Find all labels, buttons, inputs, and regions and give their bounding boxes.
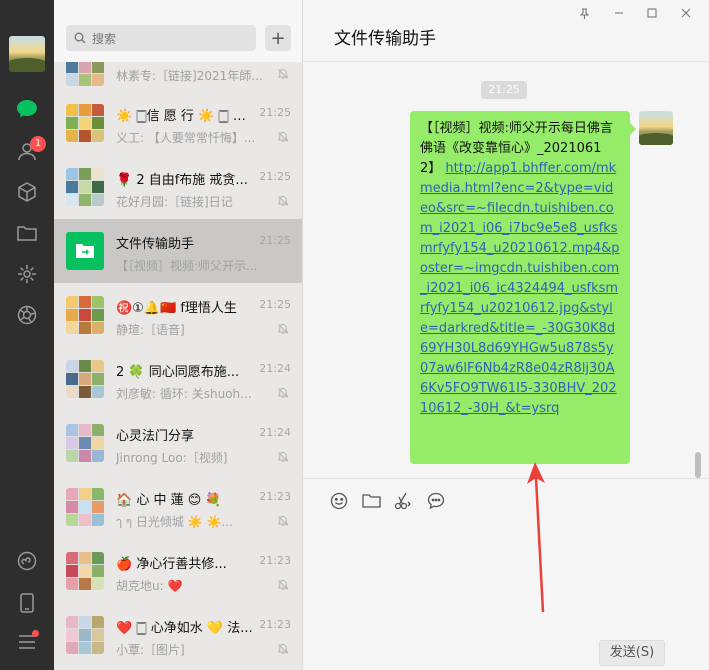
mute-icon xyxy=(277,643,289,655)
group-avatar xyxy=(66,552,104,590)
chat-title: 文件传输助手 xyxy=(334,29,436,49)
chat-preview: 刘彦敏: 循环: 关shuoh... xyxy=(116,387,252,401)
chat-time: 21:25 xyxy=(259,106,291,119)
chat-preview: Jinrong Loo:［视频] xyxy=(116,451,228,465)
search-placeholder: 搜索 xyxy=(92,31,117,46)
chat-time: 21:24 xyxy=(259,426,291,439)
chat-list-item[interactable]: 🏠 心 中 蓮 😊 💐 21:23 ๅ ๆ 日光倾城 ☀️ ☀️... xyxy=(54,475,302,539)
group-avatar xyxy=(66,168,104,206)
chat-list-item[interactable]: 林素专:［链接]2021年師... xyxy=(54,62,302,91)
chat-list-item[interactable]: ☀️ 🀆信 愿 行 ☀️ 🀆 布... 21:25 义工: 【人要常常忏悔】... xyxy=(54,91,302,155)
message-link[interactable]: http://app1.bhffer.com/mkmedia.html?enc=… xyxy=(420,161,620,416)
chat-name: ㊗️①🔔🇨🇳 f理悟人生 xyxy=(116,301,237,316)
mute-icon xyxy=(277,515,289,527)
group-avatar xyxy=(66,360,104,398)
chat-preview: 义工: 【人要常常忏悔】... xyxy=(116,131,256,145)
chat-time: 21:24 xyxy=(259,362,291,375)
my-avatar[interactable] xyxy=(9,36,45,72)
chat-name: 文件传输助手 xyxy=(116,237,195,252)
close-icon[interactable] xyxy=(679,6,693,20)
chat-preview: 花好月园:［链接]日记 xyxy=(116,195,233,209)
chat-preview: 胡克地u: ❤️ xyxy=(116,579,183,593)
plus-icon[interactable]: + xyxy=(265,25,291,51)
chat-list-item[interactable]: 🍎 净心行善共修... 21:23 胡克地u: ❤️ xyxy=(54,539,302,603)
chat-name: 🏠 心 中 蓮 😊 💐 xyxy=(116,493,222,508)
moments-icon[interactable] xyxy=(13,260,41,288)
mute-icon xyxy=(277,323,289,335)
chat-time: 21:23 xyxy=(259,490,291,503)
chat-name: ❤️ 🀆 心净如水 💛 法... xyxy=(116,621,253,636)
search-bar: 搜索 + xyxy=(54,0,302,62)
group-avatar xyxy=(66,616,104,654)
search-input[interactable]: 搜索 xyxy=(66,25,256,51)
menu-notification-dot xyxy=(32,630,39,637)
chat-preview: 小覃:［图片] xyxy=(116,643,185,657)
chat-preview: 【［视频］视频:师父开示... xyxy=(116,259,258,273)
group-avatar xyxy=(66,424,104,462)
chat-name: 心灵法门分享 xyxy=(116,429,195,444)
chat-list-item[interactable]: 文件传输助手 21:25 【［视频］视频:师父开示... xyxy=(54,219,302,283)
send-button[interactable]: 发送(S) xyxy=(599,640,665,666)
chat-list-item[interactable]: ❤️ 🀆 心净如水 💛 法... 21:23 小覃:［图片] xyxy=(54,603,302,667)
phone-icon[interactable] xyxy=(13,589,41,617)
maximize-icon[interactable] xyxy=(645,6,659,20)
chat-time: 21:23 xyxy=(259,554,291,567)
group-avatar xyxy=(66,104,104,142)
group-avatar xyxy=(66,296,104,334)
chat-list-item[interactable]: 心灵法门分享 21:24 Jinrong Loo:［视频] xyxy=(54,411,302,475)
chat-time: 21:23 xyxy=(259,618,291,631)
chat-time: 21:25 xyxy=(259,234,291,247)
chat-pane: 文件传输助手 21:25 【［视频］视频:师父开示每日佛言佛语《改变靠恒心》_2… xyxy=(303,0,709,670)
folder-icon[interactable] xyxy=(13,219,41,247)
message-bubble[interactable]: 【［视频］视频:师父开示每日佛言佛语《改变靠恒心》_20210612】 http… xyxy=(410,111,636,464)
search-icon xyxy=(74,32,86,44)
scrollbar[interactable] xyxy=(695,452,701,478)
message-timestamp: 21:25 xyxy=(481,81,527,99)
chat-header: 文件传输助手 xyxy=(303,0,709,62)
chat-preview: 林素专:［链接]2021年師... xyxy=(116,69,263,83)
chat-name: 2 🍀 同心同愿布施... xyxy=(116,365,240,380)
chat-name: ☀️ 🀆信 愿 行 ☀️ 🀆 布... xyxy=(116,109,256,124)
chat-list-item[interactable]: ㊗️①🔔🇨🇳 f理悟人生 21:25 静瑄:［语音] xyxy=(54,283,302,347)
aperture-icon[interactable] xyxy=(13,301,41,329)
nav-rail: 1 xyxy=(0,0,54,670)
chat-time: 21:25 xyxy=(259,170,291,183)
mute-icon xyxy=(277,195,289,207)
mute-icon xyxy=(277,131,289,143)
sender-avatar[interactable] xyxy=(639,111,673,145)
chat-icon[interactable] xyxy=(13,95,41,123)
unread-badge: 1 xyxy=(30,136,46,152)
group-avatar xyxy=(66,488,104,526)
pin-icon[interactable] xyxy=(577,6,591,20)
chat-time: 21:25 xyxy=(259,298,291,311)
chat-preview: 静瑄:［语音] xyxy=(116,323,185,337)
group-avatar xyxy=(66,62,104,86)
chat-name: 🌹 2 自由f布施 戒贪... xyxy=(116,173,248,188)
emoji-icon[interactable] xyxy=(329,491,349,511)
minimize-icon[interactable] xyxy=(612,6,626,20)
chat-list-item[interactable]: 2 🍀 同心同愿布施... 21:24 刘彦敏: 循环: 关shuoh... xyxy=(54,347,302,411)
input-area[interactable]: 发送(S) xyxy=(303,478,709,670)
chat-preview: ๅ ๆ 日光倾城 ☀️ ☀️... xyxy=(116,515,233,529)
chat-list: 搜索 + 林素专:［链接]2021年師... ☀️ 🀆信 愿 行 ☀️ 🀆 布..… xyxy=(54,0,303,670)
folder-icon[interactable] xyxy=(361,491,381,511)
mute-icon xyxy=(277,387,289,399)
mute-icon xyxy=(277,68,289,80)
mute-icon xyxy=(277,579,289,591)
chat-rows: 林素专:［链接]2021年師... ☀️ 🀆信 愿 行 ☀️ 🀆 布... 21:2… xyxy=(54,62,302,667)
chat-name: 🍎 净心行善共修... xyxy=(116,557,227,572)
file-transfer-icon xyxy=(66,232,104,270)
chat-list-item[interactable]: 🌹 2 自由f布施 戒贪... 21:25 花好月园:［链接]日记 xyxy=(54,155,302,219)
miniprogram-icon[interactable] xyxy=(13,547,41,575)
bubble-icon[interactable] xyxy=(426,491,446,511)
mute-icon xyxy=(277,451,289,463)
scissors-icon[interactable] xyxy=(393,491,413,511)
cube-icon[interactable] xyxy=(13,178,41,206)
